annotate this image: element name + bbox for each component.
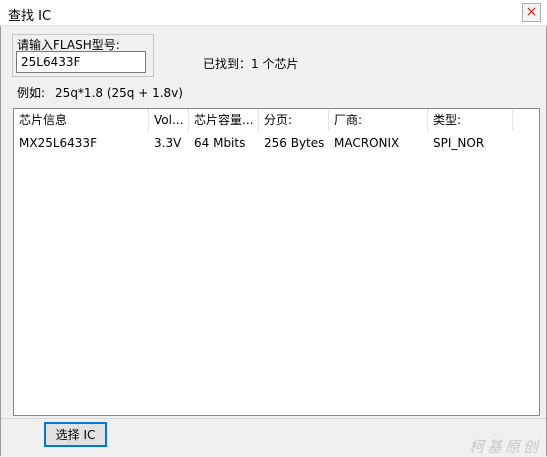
column-header-type[interactable]: 类型:: [428, 109, 513, 131]
table-row[interactable]: MX25L6433F 3.3V 64 Mbits 256 Bytes MACRO…: [14, 132, 539, 154]
example-value: 25q*1.8 (25q + 1.8v): [55, 86, 183, 100]
example-label: 例如:: [17, 86, 46, 100]
chip-list[interactable]: 芯片信息 Vol... 芯片容量... 分页: 厂商: 类型: MX25L643…: [13, 108, 540, 416]
window-frame-left: [0, 26, 1, 456]
example-row: 例如: 25q*1.8 (25q + 1.8v): [17, 84, 183, 101]
cell-capacity: 64 Mbits: [194, 136, 246, 150]
column-header-vendor[interactable]: 厂商:: [329, 109, 428, 131]
list-header: 芯片信息 Vol... 芯片容量... 分页: 厂商: 类型:: [14, 109, 539, 131]
cell-chip-name: MX25L6433F: [19, 136, 97, 150]
window-title: 查找 IC: [8, 9, 52, 24]
column-header-voltage[interactable]: Vol...: [149, 109, 189, 131]
column-header-capacity[interactable]: 芯片容量...: [189, 109, 259, 131]
found-count-text: 已找到：1 个芯片: [203, 57, 299, 71]
cell-type: SPI_NOR: [433, 136, 485, 150]
column-header-chip-info[interactable]: 芯片信息: [14, 109, 149, 131]
column-header-page[interactable]: 分页:: [259, 109, 329, 131]
cell-voltage: 3.3V: [154, 136, 182, 150]
cell-vendor: MACRONIX: [334, 136, 400, 150]
select-ic-button[interactable]: 选择 IC: [44, 422, 107, 447]
title-bar: 查找 IC ×: [0, 0, 547, 26]
close-button[interactable]: ×: [522, 3, 541, 22]
model-input[interactable]: [16, 51, 146, 73]
close-icon: ×: [525, 4, 538, 20]
watermark: 柯基原创: [468, 438, 541, 456]
cell-page-size: 256 Bytes: [264, 136, 325, 150]
